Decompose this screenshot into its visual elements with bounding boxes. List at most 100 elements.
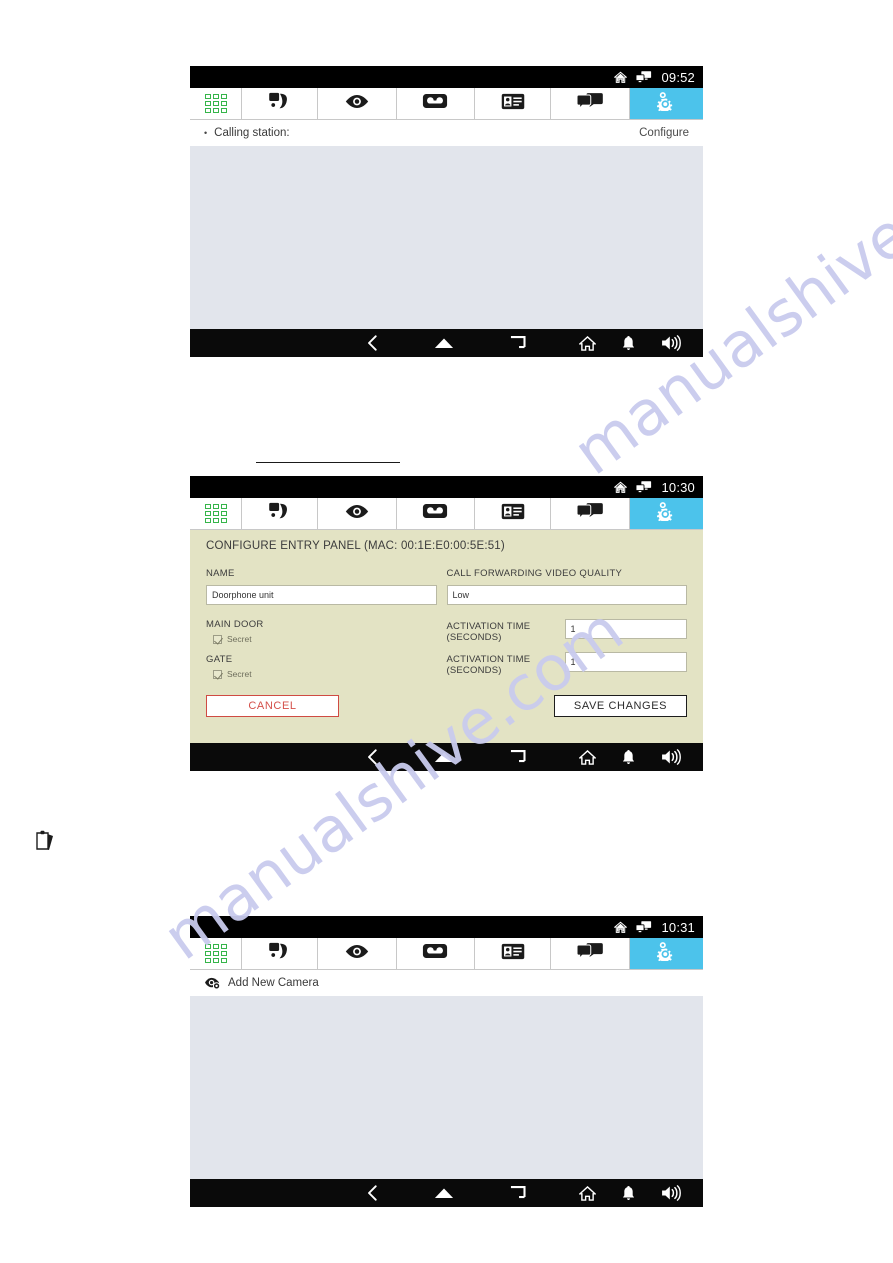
chat-bubbles-icon: [576, 502, 603, 525]
main-door-group: MAIN DOOR Secret: [206, 619, 437, 644]
tab-apps-grid[interactable]: [190, 498, 242, 529]
eye-icon: [344, 504, 370, 524]
screenshot-calling-station: 09:52 • Calling station: Configure: [190, 66, 703, 357]
house-icon[interactable]: [579, 1185, 596, 1201]
house-icon: [614, 71, 628, 84]
tab-doorphone[interactable]: [242, 498, 319, 529]
main-door-secret-checkbox[interactable]: [213, 634, 222, 644]
tab-doorphone[interactable]: [242, 938, 319, 969]
main-door-secret-row[interactable]: Secret: [206, 634, 437, 644]
house-icon[interactable]: [579, 749, 596, 765]
status-time: 10:31: [661, 919, 695, 935]
contact-card-icon: [501, 93, 525, 115]
gate-secret-label: Secret: [227, 669, 252, 679]
home-dome-icon[interactable]: [434, 751, 454, 763]
volume-icon[interactable]: [661, 749, 682, 765]
nav-app-buttons: [566, 749, 695, 765]
bell-icon[interactable]: [622, 1185, 635, 1201]
tab-apps-grid[interactable]: [190, 938, 242, 969]
contact-card-icon: [501, 943, 525, 965]
nav-app-buttons: [566, 1185, 695, 1201]
tab-messages[interactable]: [551, 498, 630, 529]
gate-group: GATE Secret: [206, 654, 437, 679]
tab-contacts[interactable]: [474, 88, 552, 119]
tab-answering-machine[interactable]: [396, 88, 475, 119]
calling-station-row: • Calling station: Configure: [190, 120, 703, 146]
bell-icon[interactable]: [622, 335, 635, 351]
chat-bubbles-icon: [576, 942, 603, 965]
back-arrow-icon[interactable]: [367, 1185, 378, 1201]
name-input[interactable]: Doorphone unit: [206, 585, 437, 605]
home-dome-icon[interactable]: [434, 1187, 454, 1199]
status-bar: 10:30: [190, 476, 703, 498]
contact-card-icon: [501, 503, 525, 525]
phone-door-icon: [268, 92, 292, 115]
main-door-activation-row: ACTIVATION TIME (SECONDS) 1: [446, 619, 687, 643]
calling-station-list-area: [190, 146, 703, 329]
house-icon: [614, 921, 628, 934]
tab-bar: [190, 88, 703, 120]
gears-icon: [655, 91, 677, 116]
recents-icon[interactable]: [510, 749, 526, 765]
configure-link[interactable]: Configure: [639, 127, 689, 139]
volume-icon[interactable]: [661, 335, 682, 351]
tab-doorphone[interactable]: [242, 88, 319, 119]
cancel-button[interactable]: CANCEL: [206, 695, 339, 717]
tab-bar: [190, 938, 703, 970]
house-icon[interactable]: [579, 335, 596, 351]
tab-camera-view[interactable]: [318, 498, 397, 529]
back-arrow-icon[interactable]: [367, 335, 378, 351]
recents-icon[interactable]: [510, 335, 526, 351]
tab-answering-machine[interactable]: [396, 938, 475, 969]
add-camera-label: Add New Camera: [228, 977, 319, 989]
activation-label-line2: (SECONDS): [446, 665, 502, 676]
recents-icon[interactable]: [510, 1185, 526, 1201]
camera-eye-icon: [204, 977, 221, 990]
tab-contacts[interactable]: [474, 498, 552, 529]
form-button-row: CANCEL SAVE CHANGES: [206, 695, 687, 717]
grid-icon: [204, 94, 227, 113]
main-door-label: MAIN DOOR: [206, 619, 264, 630]
bullet-icon: •: [204, 128, 208, 138]
tab-settings[interactable]: [629, 938, 703, 969]
tab-answering-machine[interactable]: [396, 498, 475, 529]
answering-machine-icon: [422, 943, 448, 964]
monitors-icon: [636, 71, 652, 83]
activation-label-line2: (SECONDS): [446, 632, 502, 643]
video-quality-select[interactable]: Low: [446, 585, 687, 605]
gate-activation-input[interactable]: 1: [564, 652, 687, 672]
gate-secret-row[interactable]: Secret: [206, 669, 437, 679]
activation-time-list: ACTIVATION TIME (SECONDS) 1 ACTIVATION T…: [446, 619, 687, 689]
bottom-nav-bar: [190, 329, 703, 357]
eye-icon: [344, 94, 370, 114]
status-bar: 10:31: [190, 916, 703, 938]
bottom-nav-bar: [190, 1179, 703, 1207]
main-door-secret-label: Secret: [227, 634, 252, 644]
gate-label: GATE: [206, 654, 233, 665]
gears-icon: [655, 941, 677, 966]
door-settings-columns: MAIN DOOR Secret GATE Secret ACTIVATION …: [206, 619, 687, 689]
back-arrow-icon[interactable]: [367, 749, 378, 765]
grid-icon: [204, 504, 227, 523]
video-quality-label: CALL FORWARDING VIDEO QUALITY: [446, 568, 623, 579]
bottom-nav-bar: [190, 743, 703, 771]
tab-camera-view[interactable]: [318, 938, 397, 969]
add-camera-row[interactable]: Add New Camera: [190, 970, 703, 996]
gate-secret-checkbox[interactable]: [213, 669, 222, 679]
tab-settings[interactable]: [629, 498, 703, 529]
save-changes-button[interactable]: SAVE CHANGES: [554, 695, 687, 717]
tab-apps-grid[interactable]: [190, 88, 242, 119]
nav-app-buttons: [566, 335, 695, 351]
home-dome-icon[interactable]: [434, 337, 454, 349]
tab-messages[interactable]: [551, 938, 630, 969]
answering-machine-icon: [422, 503, 448, 524]
tab-contacts[interactable]: [474, 938, 552, 969]
tab-messages[interactable]: [551, 88, 630, 119]
monitors-icon: [636, 481, 652, 493]
tab-camera-view[interactable]: [318, 88, 397, 119]
bell-icon[interactable]: [622, 749, 635, 765]
volume-icon[interactable]: [661, 1185, 682, 1201]
tab-settings[interactable]: [629, 88, 703, 119]
gate-activation-row: ACTIVATION TIME (SECONDS) 1: [446, 652, 687, 676]
main-door-activation-input[interactable]: 1: [564, 619, 687, 639]
